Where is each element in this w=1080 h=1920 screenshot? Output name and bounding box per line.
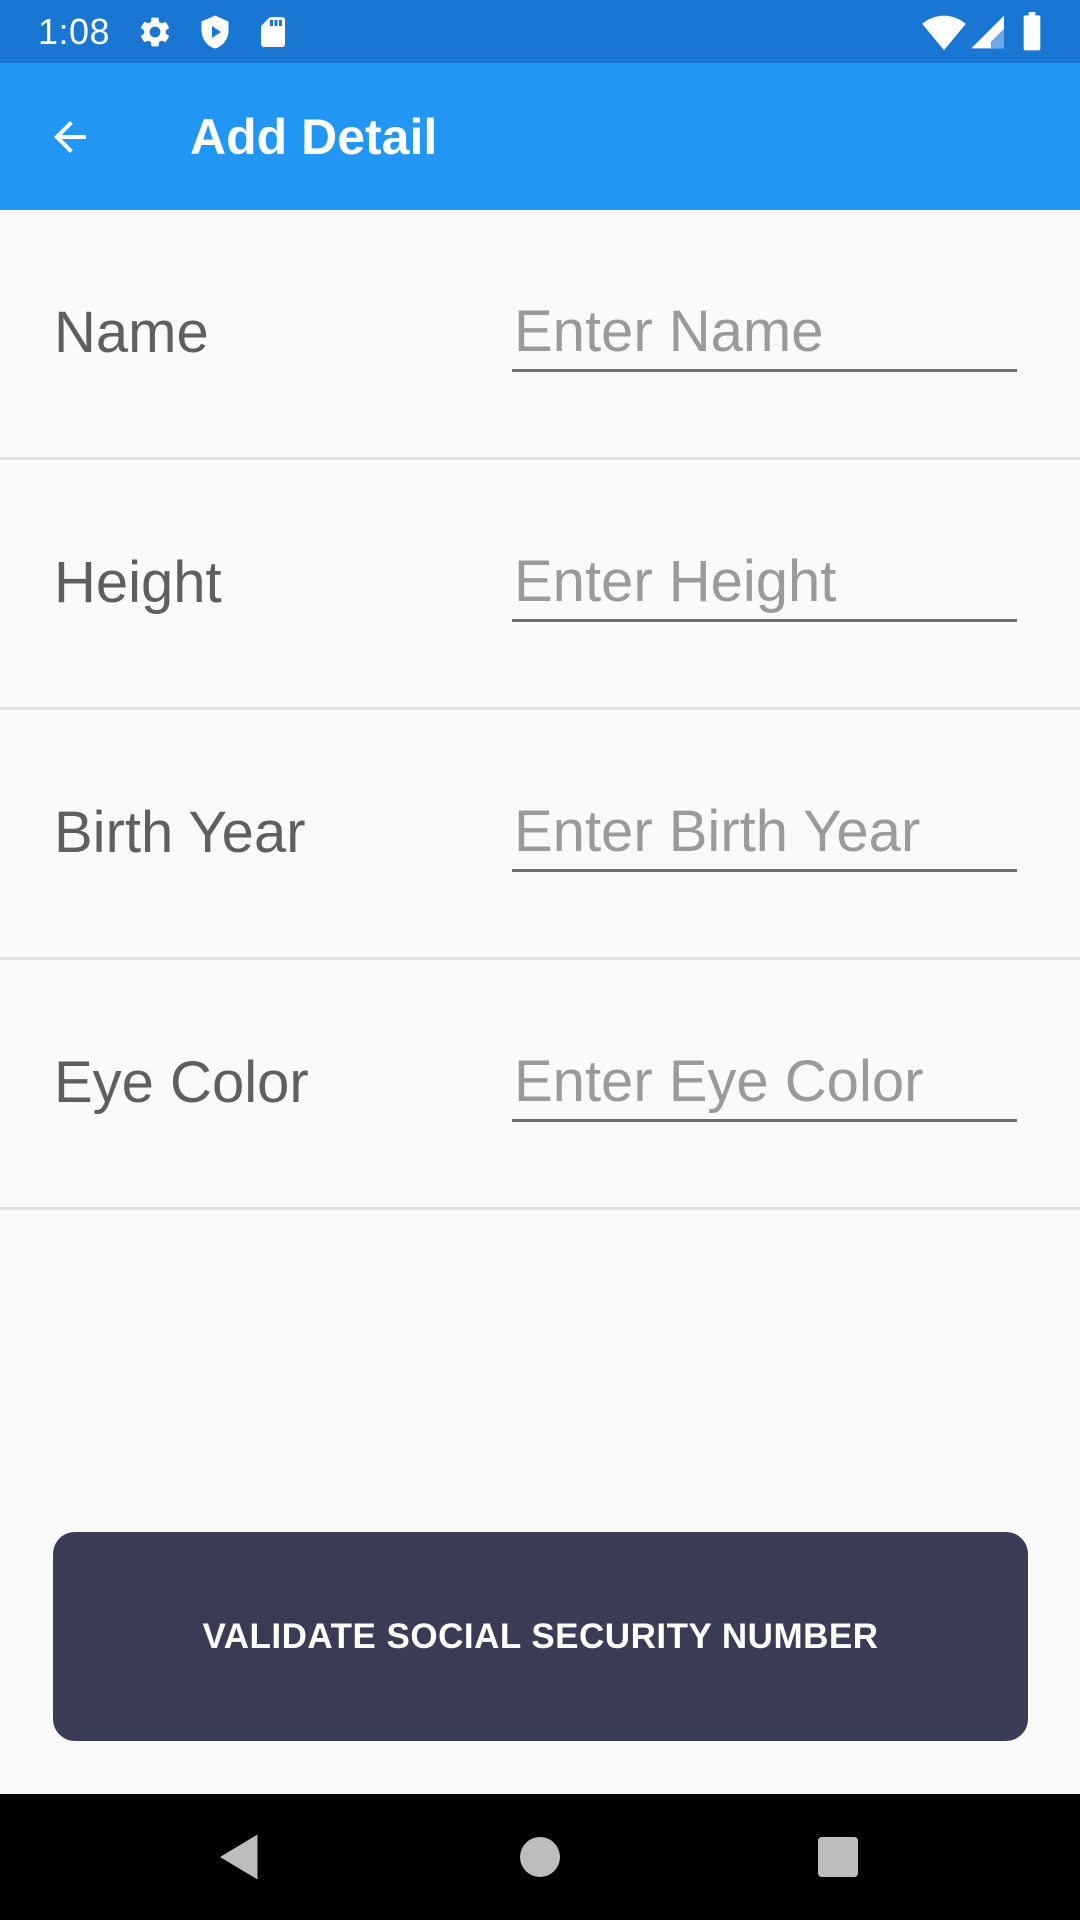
home-circle-icon bbox=[520, 1837, 560, 1877]
app-bar: Add Detail bbox=[0, 63, 1080, 210]
name-label: Name bbox=[54, 300, 209, 365]
arrow-back-icon bbox=[54, 121, 86, 153]
height-input[interactable] bbox=[512, 544, 1017, 622]
gear-icon bbox=[137, 14, 173, 50]
validate-ssn-button[interactable]: VALIDATE SOCIAL SECURITY NUMBER bbox=[53, 1532, 1028, 1741]
navigation-bar bbox=[0, 1794, 1080, 1920]
nav-home-button[interactable] bbox=[510, 1827, 570, 1887]
form-row-height: Height bbox=[0, 460, 1080, 710]
status-bar: 1:08 bbox=[0, 0, 1080, 63]
birth-year-label: Birth Year bbox=[54, 800, 306, 865]
form-row-birth-year: Birth Year bbox=[0, 710, 1080, 960]
sd-card-icon bbox=[255, 14, 291, 50]
nav-recents-button[interactable] bbox=[808, 1827, 868, 1887]
recents-square-icon bbox=[818, 1837, 858, 1877]
page-title: Add Detail bbox=[190, 109, 438, 165]
back-button[interactable] bbox=[30, 101, 110, 173]
nav-back-button[interactable] bbox=[210, 1827, 270, 1887]
eye-color-label: Eye Color bbox=[54, 1050, 309, 1115]
eye-color-input[interactable] bbox=[512, 1044, 1017, 1122]
height-label: Height bbox=[54, 550, 222, 615]
back-triangle-icon bbox=[220, 1834, 258, 1880]
birth-year-input[interactable] bbox=[512, 794, 1017, 872]
wifi-icon bbox=[922, 12, 966, 52]
name-input[interactable] bbox=[512, 294, 1017, 372]
shield-play-icon bbox=[197, 14, 233, 50]
status-time: 1:08 bbox=[38, 11, 111, 52]
cell-signal-icon bbox=[968, 12, 1004, 52]
form-row-name: Name bbox=[0, 210, 1080, 460]
battery-icon bbox=[1019, 12, 1045, 52]
form-row-eye-color: Eye Color bbox=[0, 960, 1080, 1210]
